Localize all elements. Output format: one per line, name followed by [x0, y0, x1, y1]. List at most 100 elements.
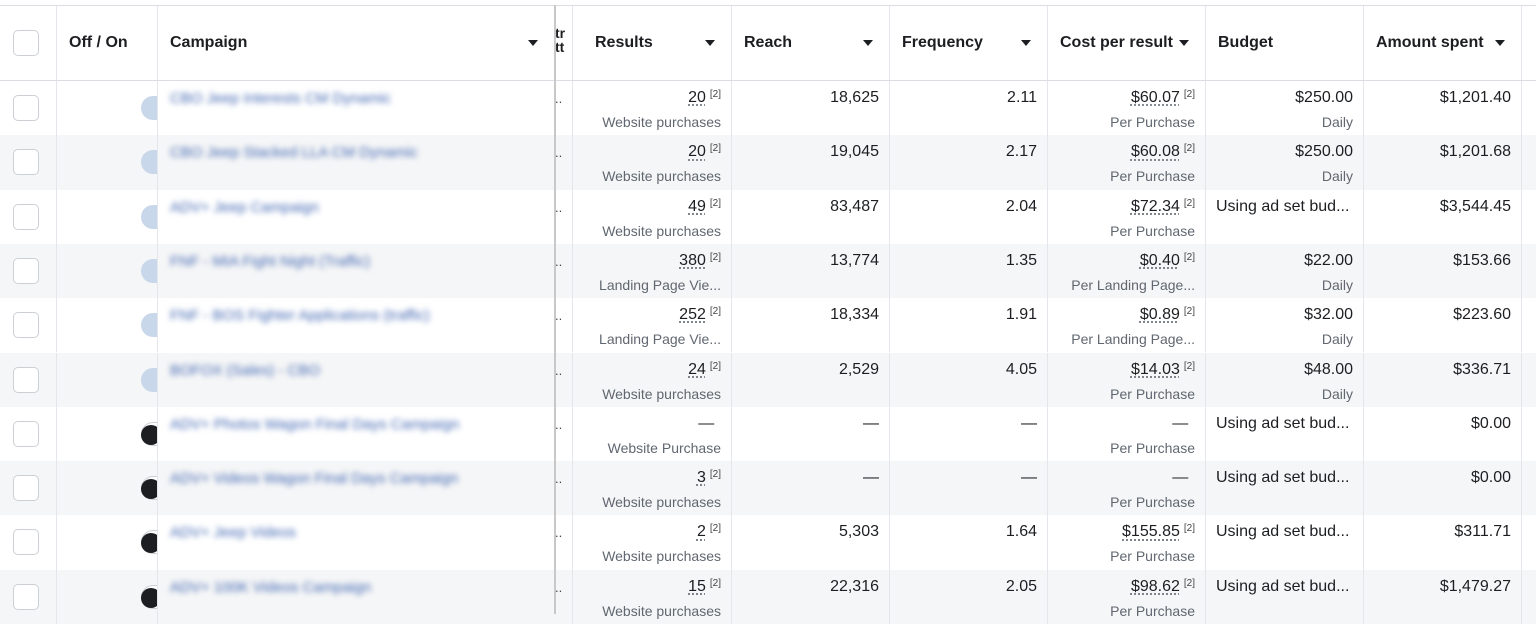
- campaign-name-link[interactable]: BOFOX (Sales) - CBO: [170, 362, 320, 379]
- header-cost-per-result[interactable]: Cost per result: [1048, 6, 1206, 80]
- campaign-status-toggle[interactable]: [141, 313, 158, 337]
- row-checkbox[interactable]: [13, 475, 39, 501]
- footnote-marker[interactable]: [2]: [1184, 306, 1195, 317]
- sort-chevron-down-icon[interactable]: [705, 40, 715, 46]
- budget-value[interactable]: Using ad set bud...: [1216, 415, 1349, 433]
- campaign-status-toggle[interactable]: [141, 205, 158, 229]
- select-all-checkbox[interactable]: [13, 30, 39, 56]
- results-value[interactable]: 49 [2]: [688, 198, 721, 216]
- cost-value[interactable]: —: [1172, 415, 1195, 433]
- footnote-marker[interactable]: [2]: [710, 198, 721, 209]
- results-number[interactable]: 15: [688, 578, 706, 595]
- footnote-marker[interactable]: [2]: [1184, 252, 1195, 263]
- results-value[interactable]: 3 [2]: [697, 469, 721, 487]
- campaign-status-toggle[interactable]: [141, 476, 158, 500]
- cost-value[interactable]: $155.85 [2]: [1122, 523, 1195, 541]
- budget-value[interactable]: Using ad set bud...: [1216, 578, 1349, 596]
- results-value[interactable]: —: [698, 415, 721, 433]
- budget-value[interactable]: Using ad set bud...: [1216, 469, 1349, 487]
- row-checkbox[interactable]: [13, 149, 39, 175]
- cost-value[interactable]: —: [1172, 469, 1195, 487]
- results-number[interactable]: 49: [688, 198, 706, 215]
- header-budget[interactable]: Budget: [1206, 6, 1364, 80]
- budget-value[interactable]: Using ad set bud...: [1216, 523, 1349, 541]
- header-campaign[interactable]: Campaign: [158, 6, 555, 80]
- budget-value[interactable]: $250.00: [1295, 89, 1353, 107]
- cost-number[interactable]: $60.08: [1131, 143, 1180, 160]
- cost-value[interactable]: $60.07 [2]: [1131, 89, 1195, 107]
- results-number[interactable]: 380: [679, 252, 706, 269]
- table-row[interactable]: ADV+ Jeep Campaign.. 49 [2] Website purchas…: [0, 190, 1536, 244]
- footnote-marker[interactable]: [2]: [710, 523, 721, 534]
- campaign-name-link[interactable]: FNF - BOS Fighter Applications (traffic): [170, 307, 430, 324]
- results-value[interactable]: 252 [2]: [679, 306, 721, 324]
- campaign-status-toggle[interactable]: [141, 96, 158, 120]
- footnote-marker[interactable]: [2]: [1184, 361, 1195, 372]
- cost-value[interactable]: $14.03 [2]: [1131, 361, 1195, 379]
- cost-number[interactable]: $0.40: [1140, 252, 1180, 269]
- campaign-name-link[interactable]: ADV+ Jeep Campaign: [170, 199, 319, 216]
- cost-number[interactable]: $72.34: [1131, 198, 1180, 215]
- campaign-name-link[interactable]: ADV+ Jeep Videos: [170, 524, 296, 541]
- results-value[interactable]: 2 [2]: [697, 523, 721, 541]
- results-value[interactable]: 15 [2]: [688, 578, 721, 596]
- table-row[interactable]: CBO Jeep Interests CM Dynamic.. 20 [2] Webs…: [0, 81, 1536, 135]
- footnote-marker[interactable]: [2]: [710, 578, 721, 589]
- row-checkbox[interactable]: [13, 258, 39, 284]
- cost-value[interactable]: $0.89 [2]: [1140, 306, 1195, 324]
- campaign-status-toggle[interactable]: [141, 150, 158, 174]
- footnote-marker[interactable]: [2]: [1184, 578, 1195, 589]
- footnote-marker[interactable]: [2]: [1184, 89, 1195, 100]
- table-row[interactable]: FNF - MIA Fight Night (Traffic).. 380 [2] L…: [0, 244, 1536, 298]
- sort-chevron-down-icon[interactable]: [863, 40, 873, 46]
- table-row[interactable]: BOFOX (Sales) - CBO.. 24 [2] Website purcha…: [0, 353, 1536, 407]
- results-value[interactable]: 20 [2]: [688, 143, 721, 161]
- row-checkbox[interactable]: [13, 367, 39, 393]
- budget-value[interactable]: Using ad set bud...: [1216, 198, 1349, 216]
- footnote-marker[interactable]: [2]: [710, 469, 721, 480]
- campaign-name-link[interactable]: ADV+ Videos Wagon Final Days Campaign: [170, 470, 458, 487]
- campaign-status-toggle[interactable]: [141, 422, 158, 446]
- cost-number[interactable]: —: [1172, 415, 1188, 432]
- results-number[interactable]: 2: [697, 523, 706, 540]
- cost-number[interactable]: $0.89: [1140, 306, 1180, 323]
- footnote-marker[interactable]: [2]: [1184, 523, 1195, 534]
- results-number[interactable]: 3: [697, 469, 706, 486]
- results-value[interactable]: 24 [2]: [688, 361, 721, 379]
- sort-chevron-down-icon[interactable]: [1179, 40, 1189, 46]
- results-number[interactable]: —: [698, 415, 714, 432]
- campaign-name-link[interactable]: CBO Jeep Stacked LLA CM Dynamic: [170, 144, 418, 161]
- footnote-marker[interactable]: [2]: [1184, 198, 1195, 209]
- results-value[interactable]: 20 [2]: [688, 89, 721, 107]
- cost-value[interactable]: $98.62 [2]: [1131, 578, 1195, 596]
- header-results[interactable]: Results: [573, 6, 732, 80]
- header-reach[interactable]: Reach: [732, 6, 890, 80]
- cost-number[interactable]: —: [1172, 469, 1188, 486]
- footnote-marker[interactable]: [2]: [1184, 143, 1195, 154]
- header-amount-spent[interactable]: Amount spent: [1364, 6, 1522, 80]
- campaign-status-toggle[interactable]: [141, 530, 158, 554]
- results-number[interactable]: 20: [688, 143, 706, 160]
- results-number[interactable]: 252: [679, 306, 706, 323]
- results-value[interactable]: 380 [2]: [679, 252, 721, 270]
- sort-chevron-down-icon[interactable]: [1021, 40, 1031, 46]
- row-checkbox[interactable]: [13, 204, 39, 230]
- sort-chevron-down-icon[interactable]: [1495, 40, 1505, 46]
- cost-number[interactable]: $98.62: [1131, 578, 1180, 595]
- footnote-marker[interactable]: [2]: [710, 361, 721, 372]
- budget-value[interactable]: $32.00: [1304, 306, 1353, 324]
- campaign-name-link[interactable]: CBO Jeep Interests CM Dynamic: [170, 90, 391, 107]
- table-row[interactable]: ADV+ Jeep Videos.. 2 [2] Website purchases 5…: [0, 515, 1536, 569]
- header-frequency[interactable]: Frequency: [890, 6, 1048, 80]
- budget-value[interactable]: $250.00: [1295, 143, 1353, 161]
- cost-value[interactable]: $72.34 [2]: [1131, 198, 1195, 216]
- cost-number[interactable]: $60.07: [1131, 89, 1180, 106]
- budget-value[interactable]: $22.00: [1304, 252, 1353, 270]
- results-number[interactable]: 20: [688, 89, 706, 106]
- table-row[interactable]: CBO Jeep Stacked LLA CM Dynamic.. 20 [2] We…: [0, 135, 1536, 189]
- row-checkbox[interactable]: [13, 584, 39, 610]
- campaign-name-link[interactable]: FNF - MIA Fight Night (Traffic): [170, 253, 370, 270]
- cost-value[interactable]: $0.40 [2]: [1140, 252, 1195, 270]
- footnote-marker[interactable]: [2]: [710, 89, 721, 100]
- cost-value[interactable]: $60.08 [2]: [1131, 143, 1195, 161]
